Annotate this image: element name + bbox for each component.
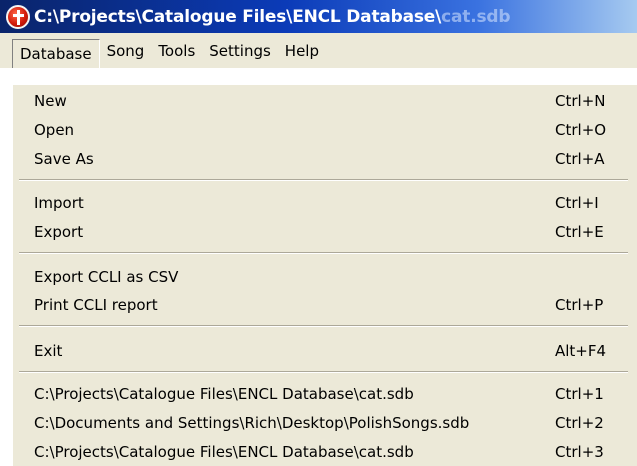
menu-item-recent-file-3[interactable]: C:\Projects\Catalogue Files\ENCL Databas… xyxy=(13,437,626,466)
menu-item-label: Save As xyxy=(34,149,94,168)
menu-item-shortcut: Ctrl+P xyxy=(555,295,604,314)
menu-item-label: Open xyxy=(34,120,75,139)
database-dropdown-menu: New Ctrl+N Open Ctrl+O Save As Ctrl+A Im… xyxy=(12,85,637,466)
title-bar[interactable]: C:\Projects\Catalogue Files\ENCL Databas… xyxy=(0,0,637,33)
menu-item-shortcut: Ctrl+I xyxy=(555,193,599,212)
menu-item-shortcut: Ctrl+1 xyxy=(555,384,604,403)
menu-separator xyxy=(19,371,628,373)
menu-item-label: C:\Documents and Settings\Rich\Desktop\P… xyxy=(34,413,470,432)
menu-item-label: Exit xyxy=(34,341,63,360)
menu-item-label: New xyxy=(34,91,67,110)
menu-item-shortcut: Ctrl+3 xyxy=(555,442,604,461)
menu-separator xyxy=(19,179,628,181)
menu-tools[interactable]: Tools xyxy=(151,33,202,68)
menu-item-shortcut: Alt+F4 xyxy=(555,341,607,360)
application-window: C:\Projects\Catalogue Files\ENCL Databas… xyxy=(0,0,637,466)
menu-item-recent-file-1[interactable]: C:\Projects\Catalogue Files\ENCL Databas… xyxy=(13,379,626,408)
window-title: C:\Projects\Catalogue Files\ENCL Databas… xyxy=(34,7,510,27)
menu-settings[interactable]: Settings xyxy=(202,33,278,68)
menu-item-label: Export xyxy=(34,222,84,241)
menu-item-exit[interactable]: Exit Alt+F4 xyxy=(13,336,626,365)
menu-item-label: C:\Projects\Catalogue Files\ENCL Databas… xyxy=(34,442,414,461)
menu-bar: Database Song Tools Settings Help xyxy=(0,33,637,68)
menu-item-import[interactable]: Import Ctrl+I xyxy=(13,188,626,217)
menu-item-label: Print CCLI report xyxy=(34,295,158,314)
menu-item-label: Export CCLI as CSV xyxy=(34,267,179,286)
menu-database[interactable]: Database xyxy=(12,39,100,68)
app-cross-icon[interactable] xyxy=(6,4,30,29)
menu-item-label: C:\Projects\Catalogue Files\ENCL Databas… xyxy=(34,384,414,403)
menu-separator xyxy=(19,252,628,254)
window-title-path: C:\Projects\Catalogue Files\ENCL Databas… xyxy=(34,6,442,27)
menu-item-save-as[interactable]: Save As Ctrl+A xyxy=(13,144,626,173)
menu-item-open[interactable]: Open Ctrl+O xyxy=(13,115,626,144)
menu-item-shortcut: Ctrl+E xyxy=(555,222,604,241)
menu-separator xyxy=(19,325,628,327)
menu-item-shortcut: Ctrl+O xyxy=(555,120,607,139)
menu-item-print-ccli-report[interactable]: Print CCLI report Ctrl+P xyxy=(13,290,626,319)
menu-song[interactable]: Song xyxy=(100,33,152,68)
menu-help[interactable]: Help xyxy=(278,33,326,68)
menu-item-recent-file-2[interactable]: C:\Documents and Settings\Rich\Desktop\P… xyxy=(13,408,626,437)
menu-item-export-ccli-csv[interactable]: Export CCLI as CSV xyxy=(13,262,626,291)
menu-item-new[interactable]: New Ctrl+N xyxy=(13,86,626,115)
menu-item-label: Import xyxy=(34,193,84,212)
menu-item-export[interactable]: Export Ctrl+E xyxy=(13,217,626,246)
menu-item-shortcut: Ctrl+2 xyxy=(555,413,604,432)
window-title-filename: cat.sdb xyxy=(441,6,511,27)
menu-item-shortcut: Ctrl+A xyxy=(555,149,605,168)
menu-item-shortcut: Ctrl+N xyxy=(555,91,606,110)
